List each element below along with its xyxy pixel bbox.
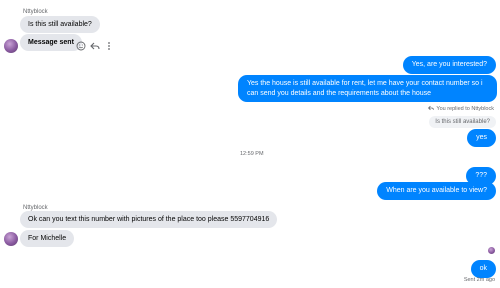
reply-context-label: You replied to Nttyblock: [428, 105, 494, 113]
outgoing-message[interactable]: Yes the house is still available for ren…: [238, 75, 497, 102]
reply-icon[interactable]: [90, 38, 100, 50]
outgoing-message[interactable]: yes: [467, 129, 496, 147]
message-actions: [76, 38, 114, 51]
incoming-message[interactable]: For Michelle: [20, 230, 75, 247]
incoming-message[interactable]: Ok can you text this number with picture…: [20, 211, 278, 228]
avatar[interactable]: [4, 232, 18, 246]
smiley-icon[interactable]: [76, 38, 86, 51]
sent-status: Sent 2m ago: [463, 277, 495, 283]
outgoing-message[interactable]: When are you available to view?: [377, 182, 496, 200]
outgoing-message[interactable]: ok: [470, 260, 496, 278]
seen-avatar: [488, 247, 495, 254]
incoming-message[interactable]: Message sent: [20, 34, 82, 51]
more-icon[interactable]: [104, 38, 114, 50]
incoming-message[interactable]: Is this still available?: [20, 16, 100, 33]
timestamp: 12:59 PM: [240, 151, 264, 157]
outgoing-message[interactable]: Yes, are you interested?: [402, 56, 496, 74]
reply-context-text: You replied to Nttyblock: [436, 106, 494, 112]
reply-icon: [428, 105, 435, 113]
sender-name: Nttyblock: [23, 9, 48, 15]
avatar[interactable]: [4, 39, 18, 53]
quoted-message[interactable]: Is this still available?: [429, 116, 496, 128]
